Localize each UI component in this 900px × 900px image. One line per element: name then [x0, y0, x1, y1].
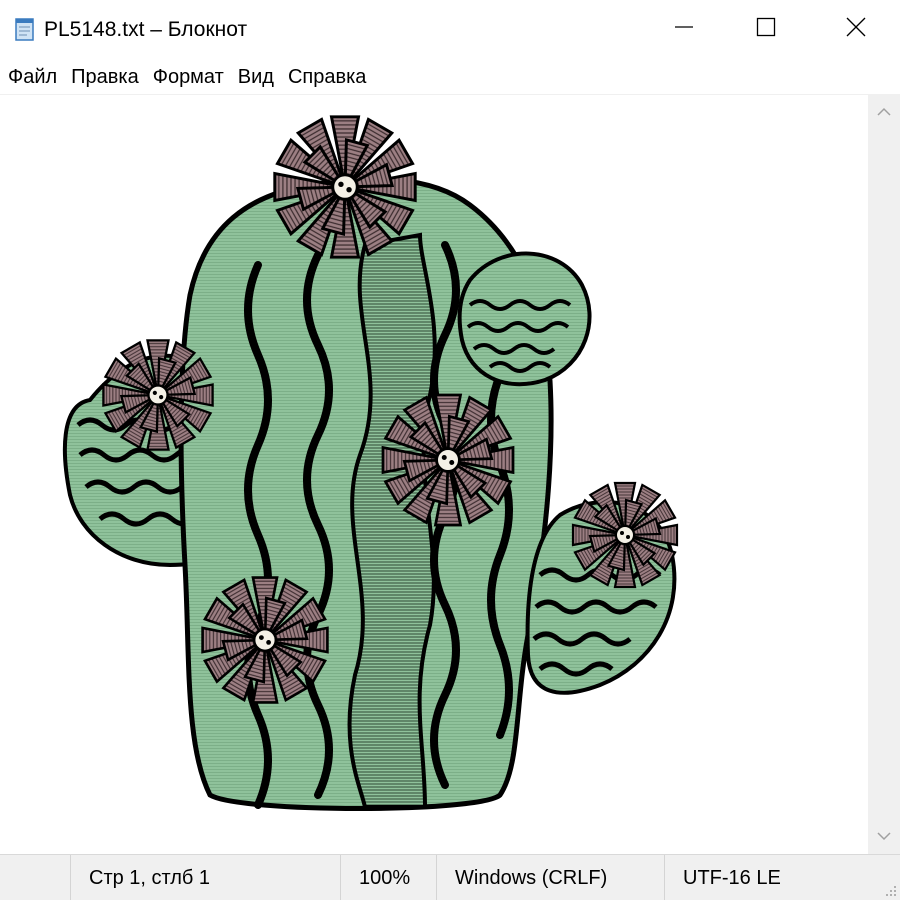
minimize-icon — [674, 17, 694, 42]
scroll-up-button[interactable] — [868, 98, 900, 128]
menu-file[interactable]: Файл — [8, 62, 57, 92]
menu-edit[interactable]: Правка — [71, 62, 139, 92]
minimize-button[interactable] — [654, 0, 714, 58]
menu-view[interactable]: Вид — [238, 62, 274, 92]
title-bar[interactable]: PL5148.txt – Блокнот — [0, 0, 900, 60]
status-cursor-position: Стр 1, стлб 1 — [70, 855, 340, 900]
resize-grip-icon[interactable] — [884, 884, 898, 898]
status-encoding: UTF-16 LE — [664, 855, 864, 900]
scroll-down-button[interactable] — [868, 822, 900, 852]
close-icon — [845, 16, 867, 43]
status-bar: Стр 1, стлб 1 100% Windows (CRLF) UTF-16… — [0, 854, 900, 900]
chevron-down-icon — [877, 828, 891, 846]
text-editor-area[interactable] — [0, 94, 868, 854]
cactus-ascii-art — [62, 115, 679, 811]
maximize-icon — [756, 17, 776, 42]
vertical-scrollbar[interactable] — [868, 94, 900, 854]
menu-format[interactable]: Формат — [153, 62, 224, 92]
status-line-endings: Windows (CRLF) — [436, 855, 664, 900]
notepad-icon — [14, 17, 36, 41]
maximize-button[interactable] — [736, 0, 796, 58]
close-button[interactable] — [826, 0, 886, 58]
status-zoom: 100% — [340, 855, 436, 900]
menu-bar: Файл Правка Формат Вид Справка — [0, 60, 900, 94]
menu-help[interactable]: Справка — [288, 62, 366, 92]
chevron-up-icon — [877, 104, 891, 122]
window-title: PL5148.txt – Блокнот — [44, 18, 248, 41]
